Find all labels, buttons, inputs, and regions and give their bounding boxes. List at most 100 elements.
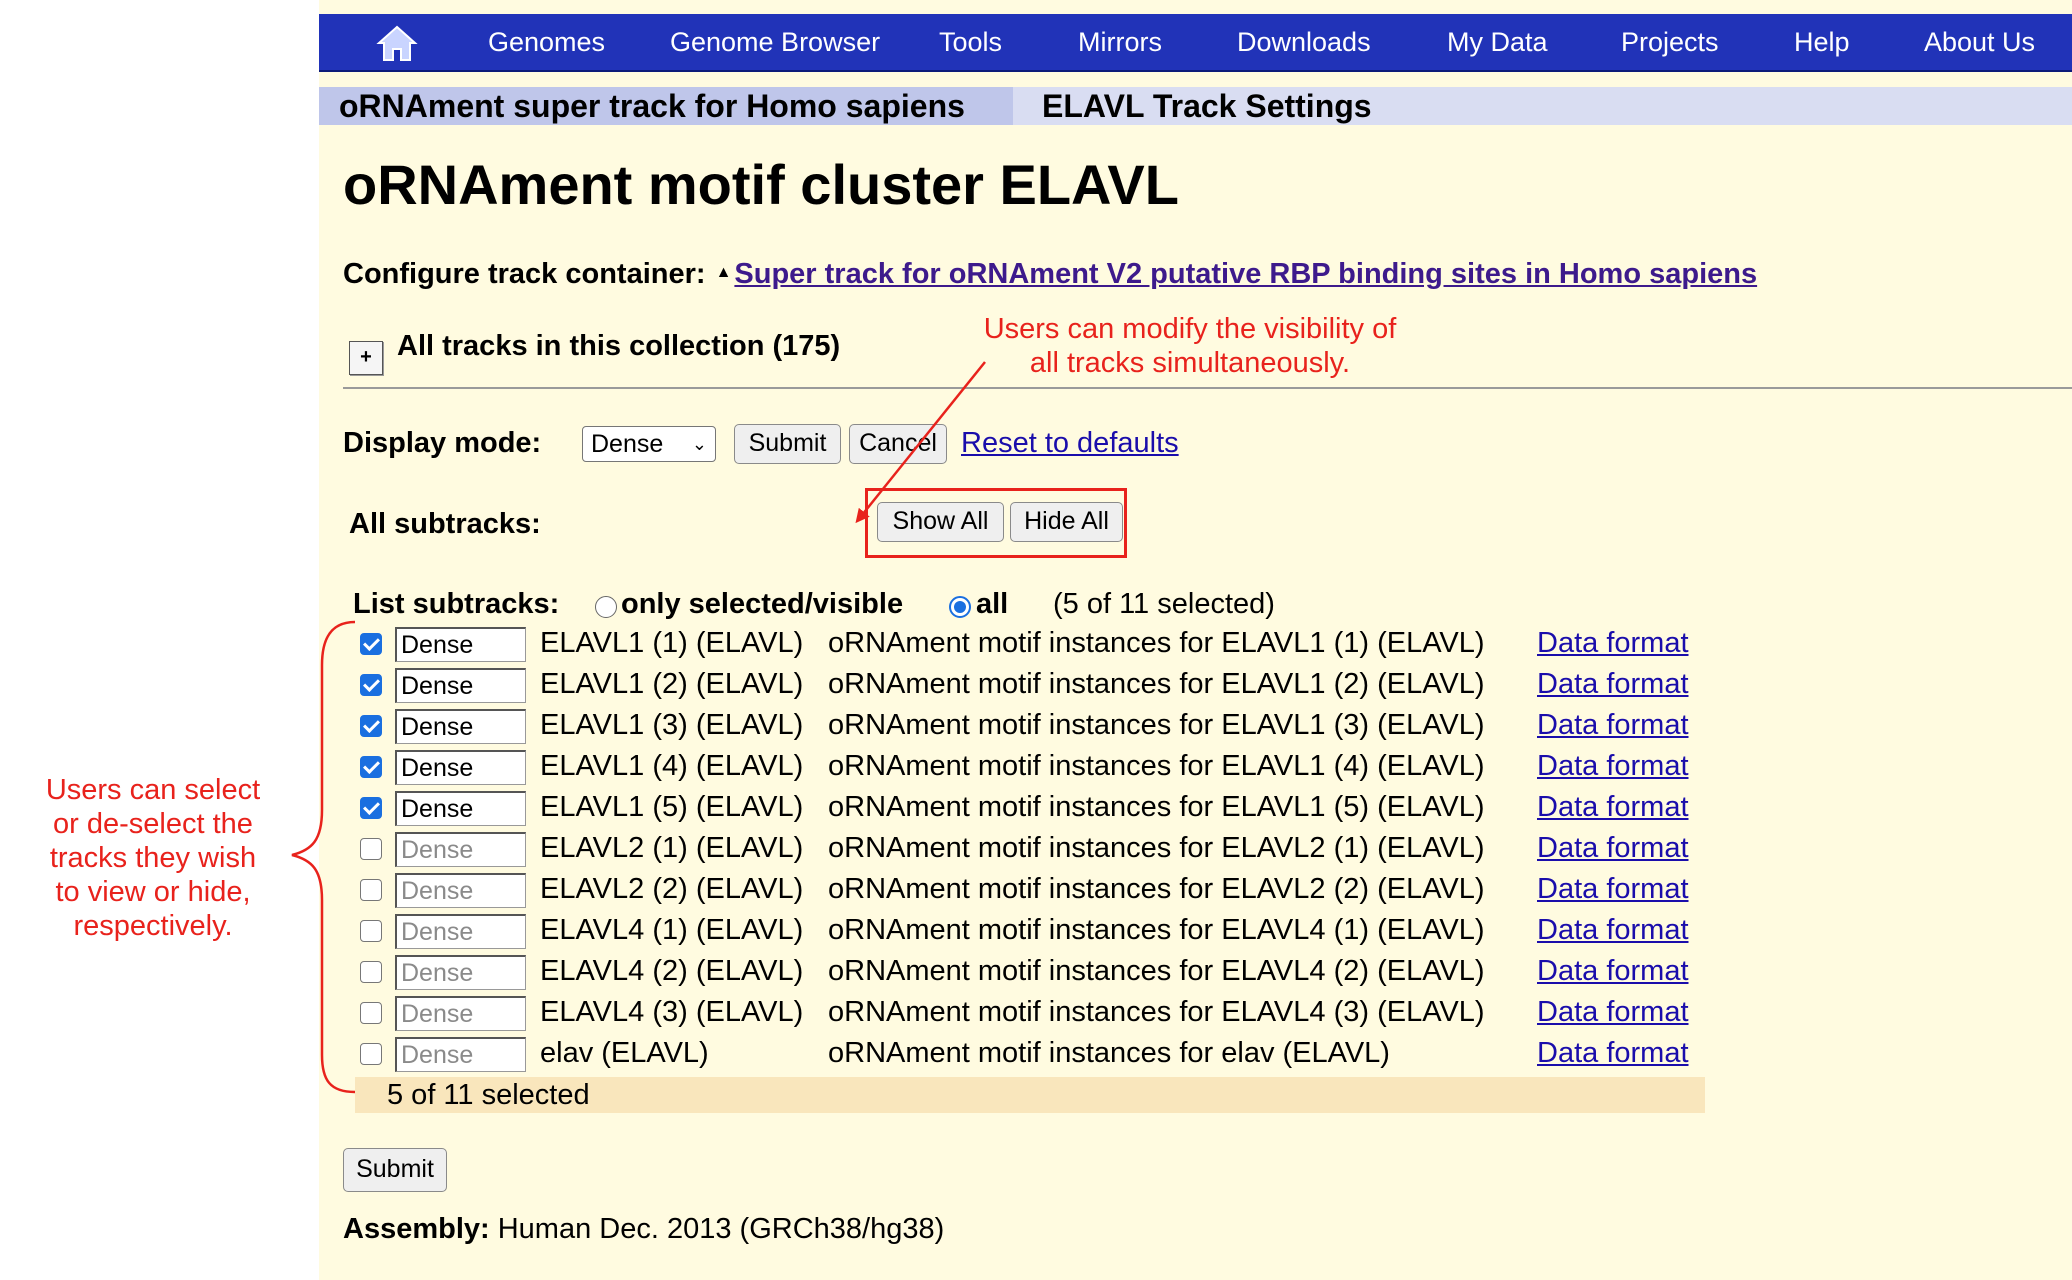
table-row: Dense ELAVL2 (2) (ELAVL) oRNAment motif in…: [319, 870, 2072, 911]
display-mode-select[interactable]: Dense ⌄: [582, 426, 716, 462]
bottom-submit-button[interactable]: Submit: [343, 1148, 447, 1192]
caret-up-icon: ▲: [715, 264, 732, 281]
data-format-link[interactable]: Data format: [1537, 709, 1689, 742]
nav-help[interactable]: Help: [1794, 14, 1850, 70]
reset-defaults-link[interactable]: Reset to defaults: [961, 427, 1179, 460]
subtrack-checkbox[interactable]: [360, 920, 382, 942]
nav-downloads[interactable]: Downloads: [1237, 14, 1371, 70]
nav-my-data[interactable]: My Data: [1447, 14, 1548, 70]
data-format-link[interactable]: Data format: [1537, 914, 1689, 947]
subtrack-mode-select[interactable]: Dense: [395, 750, 526, 785]
configure-container-label: Configure track container:: [343, 258, 706, 290]
subtrack-checkbox[interactable]: [360, 1043, 382, 1065]
subtrack-checkbox[interactable]: [360, 879, 382, 901]
nav-genome-browser[interactable]: Genome Browser: [670, 14, 880, 70]
subtrack-description: oRNAment motif instances for ELAVL2 (1) …: [828, 832, 1485, 864]
annotation-left: Users can select or de-select the tracks…: [12, 773, 294, 943]
browser-panel: Genomes Genome Browser Tools Mirrors Dow…: [319, 0, 2072, 1280]
annotation-top-line: all tracks simultaneously.: [1029, 347, 1351, 379]
assembly-row: Assembly: Human Dec. 2013 (GRCh38/hg38): [343, 1213, 944, 1246]
radio-only-selected-label: only selected/visible: [621, 588, 904, 620]
subtrack-checkbox[interactable]: [360, 633, 382, 655]
radio-only-selected[interactable]: [595, 596, 617, 618]
subtrack-checkbox[interactable]: [360, 756, 382, 778]
subtrack-mode-select[interactable]: Dense: [395, 791, 526, 826]
page-title: oRNAment motif cluster ELAVL: [343, 153, 1179, 216]
subtrack-name: ELAVL2 (2) (ELAVL): [540, 873, 804, 905]
breadcrumb-track-settings: ELAVL Track Settings: [1042, 88, 1372, 124]
subtrack-name: ELAVL1 (3) (ELAVL): [540, 709, 804, 741]
subtrack-mode-select[interactable]: Dense: [395, 832, 526, 867]
breadcrumb-super-track[interactable]: oRNAment super track for Homo sapiens: [319, 87, 1013, 125]
home-icon[interactable]: [376, 24, 418, 62]
subtrack-mode-select[interactable]: Dense: [395, 873, 526, 908]
data-format-link[interactable]: Data format: [1537, 1037, 1689, 1070]
divider: [343, 387, 2072, 389]
table-row: Dense ELAVL4 (3) (ELAVL) oRNAment motif in…: [319, 993, 2072, 1034]
table-row: Dense ELAVL1 (4) (ELAVL) oRNAment motif in…: [319, 747, 2072, 788]
configure-container-row: Configure track container: ▲ Super track f…: [343, 258, 1757, 291]
subtrack-checkbox[interactable]: [360, 715, 382, 737]
subtrack-mode-select[interactable]: Dense: [395, 668, 526, 703]
nav-about-us[interactable]: About Us: [1924, 14, 2035, 70]
data-format-link[interactable]: Data format: [1537, 873, 1689, 906]
selection-footer: 5 of 11 selected: [355, 1077, 1705, 1113]
annotation-left-line: to view or hide,: [55, 876, 251, 908]
subtrack-description: oRNAment motif instances for elav (ELAVL…: [828, 1037, 1390, 1069]
subtrack-description: oRNAment motif instances for ELAVL2 (2) …: [828, 873, 1485, 905]
table-row: Dense ELAVL1 (3) (ELAVL) oRNAment motif in…: [319, 706, 2072, 747]
subtrack-mode-select[interactable]: Dense: [395, 627, 526, 662]
subtrack-description: oRNAment motif instances for ELAVL1 (1) …: [828, 627, 1485, 659]
subtrack-name: ELAVL4 (3) (ELAVL): [540, 996, 804, 1028]
selection-count: (5 of 11 selected): [1053, 588, 1275, 620]
nav-mirrors[interactable]: Mirrors: [1078, 14, 1162, 70]
top-nav-bar: Genomes Genome Browser Tools Mirrors Dow…: [319, 14, 2072, 72]
collection-row: + All tracks in this collection (175): [349, 330, 840, 375]
table-row: Dense ELAVL4 (2) (ELAVL) oRNAment motif in…: [319, 952, 2072, 993]
table-row: Dense ELAVL1 (5) (ELAVL) oRNAment motif in…: [319, 788, 2072, 829]
subtrack-name: ELAVL4 (1) (ELAVL): [540, 914, 804, 946]
annotation-left-line: or de-select the: [53, 808, 253, 840]
nav-projects[interactable]: Projects: [1621, 14, 1719, 70]
nav-genomes[interactable]: Genomes: [488, 14, 605, 70]
subtrack-checkbox[interactable]: [360, 838, 382, 860]
table-row: Dense ELAVL2 (1) (ELAVL) oRNAment motif in…: [319, 829, 2072, 870]
data-format-link[interactable]: Data format: [1537, 750, 1689, 783]
data-format-link[interactable]: Data format: [1537, 668, 1689, 701]
subtrack-mode-select[interactable]: Dense: [395, 996, 526, 1031]
data-format-link[interactable]: Data format: [1537, 627, 1689, 660]
subtrack-name: ELAVL1 (5) (ELAVL): [540, 791, 804, 823]
super-track-link[interactable]: Super track for oRNAment V2 putative RBP…: [734, 258, 1757, 290]
subtrack-name: ELAVL4 (2) (ELAVL): [540, 955, 804, 987]
annotation-left-line: respectively.: [73, 910, 233, 942]
subtrack-description: oRNAment motif instances for ELAVL4 (1) …: [828, 914, 1485, 946]
nav-tools[interactable]: Tools: [939, 14, 1002, 70]
list-subtracks-label: List subtracks:: [353, 588, 560, 620]
subtrack-mode-select[interactable]: Dense: [395, 914, 526, 949]
all-subtracks-label: All subtracks:: [349, 508, 541, 540]
subtrack-name: ELAVL1 (1) (ELAVL): [540, 627, 804, 659]
data-format-link[interactable]: Data format: [1537, 791, 1689, 824]
data-format-link[interactable]: Data format: [1537, 955, 1689, 988]
subtrack-checkbox[interactable]: [360, 1002, 382, 1024]
annotation-top: Users can modify the visibility of all t…: [920, 312, 1460, 380]
collection-label: All tracks in this collection (175): [397, 330, 841, 362]
expand-collection-button[interactable]: +: [349, 341, 383, 375]
table-row: Dense ELAVL4 (1) (ELAVL) oRNAment motif in…: [319, 911, 2072, 952]
highlight-box: [865, 488, 1127, 558]
table-row: Dense ELAVL1 (2) (ELAVL) oRNAment motif in…: [319, 665, 2072, 706]
subtrack-checkbox[interactable]: [360, 797, 382, 819]
cancel-button[interactable]: Cancel: [849, 424, 947, 464]
subtrack-mode-select[interactable]: Dense: [395, 1037, 526, 1072]
data-format-link[interactable]: Data format: [1537, 996, 1689, 1029]
radio-all[interactable]: [949, 596, 971, 618]
subtrack-mode-select[interactable]: Dense: [395, 709, 526, 744]
subtrack-mode-select[interactable]: Dense: [395, 955, 526, 990]
subtrack-checkbox[interactable]: [360, 674, 382, 696]
subtrack-checkbox[interactable]: [360, 961, 382, 983]
annotation-left-line: Users can select: [45, 774, 261, 806]
subtrack-description: oRNAment motif instances for ELAVL1 (2) …: [828, 668, 1485, 700]
submit-button[interactable]: Submit: [734, 424, 841, 464]
assembly-label: Assembly:: [343, 1213, 490, 1245]
data-format-link[interactable]: Data format: [1537, 832, 1689, 865]
